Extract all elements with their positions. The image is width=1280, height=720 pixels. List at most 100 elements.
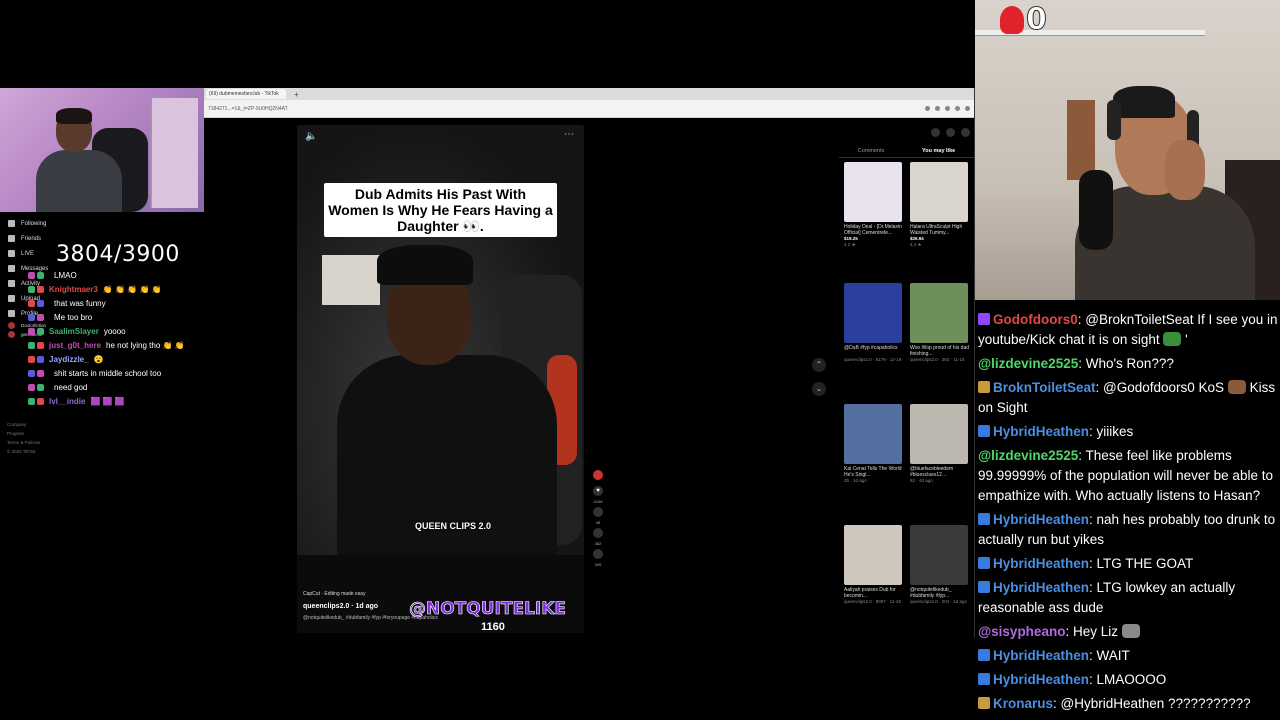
footer-link[interactable]: © 2025 TikTok	[7, 447, 40, 456]
extensions-icon[interactable]	[935, 106, 940, 111]
chat-username[interactable]: BroknToiletSeat	[993, 380, 1096, 395]
address-bar[interactable]: 7184271...=1&_t=ZP-9U0HQ2N4AT	[204, 100, 974, 118]
overlay-chat-username[interactable]: Jaydizzle_	[49, 355, 89, 364]
overlay-chat-username[interactable]: lvl__indie	[49, 397, 85, 406]
share-icon[interactable]	[593, 549, 603, 559]
chat-message: HybridHeathen: WAIT	[975, 644, 1280, 668]
recommendation-thumbnail[interactable]	[844, 283, 902, 343]
chat-badge-icon	[28, 369, 35, 377]
recommendation-title[interactable]: Aaliyah praises Dub for becomin...	[844, 587, 904, 599]
recommendation-thumbnail[interactable]	[910, 404, 968, 464]
volume-icon[interactable]: 🔈	[305, 131, 317, 142]
chat-text: : yiiikes	[1089, 424, 1134, 439]
overlay-chat-username[interactable]: just_g0t_here	[49, 341, 101, 350]
recommendation-card[interactable]: Aaliyah praises Dub for becomin... queenc…	[844, 525, 904, 646]
chat-badge-icon	[28, 341, 35, 349]
settings-icon[interactable]	[931, 128, 940, 137]
chat-message: HybridHeathen: LTG THE GOAT	[975, 552, 1280, 576]
chat-username[interactable]: Kronarus	[993, 696, 1053, 711]
tab-you-may-like[interactable]: You may like	[922, 148, 955, 154]
chat-username[interactable]: HybridHeathen	[993, 648, 1089, 663]
chat-username[interactable]: HybridHeathen	[993, 672, 1089, 687]
new-tab-button[interactable]: +	[294, 90, 299, 99]
recommendation-title[interactable]: @notquitelikedub_ #dubfamily #fyp...	[910, 587, 970, 599]
browser-tab[interactable]: (69) dubmemesfanclub - TikTok	[206, 89, 286, 99]
recommendation-meta: queenclips2.0 · 8097 · 11-26	[844, 599, 901, 604]
recommendation-thumbnail[interactable]	[910, 525, 968, 585]
recommendation-title[interactable]: Holiday Deal · [Dr.Melaxin Official] Cem…	[844, 224, 904, 236]
profile-icon[interactable]	[955, 106, 960, 111]
menu-icon[interactable]	[965, 106, 970, 111]
copy-icon[interactable]	[946, 128, 955, 137]
chat-username[interactable]: HybridHeathen	[993, 580, 1089, 595]
overlay-chat-message: need god	[10, 380, 240, 394]
footer-link[interactable]: Terms & Policies	[7, 438, 40, 447]
recommendation-title[interactable]: Halara UltraSculpt High Waisted Tummy...	[910, 224, 970, 236]
chat-username[interactable]: @sisypheano	[978, 624, 1065, 639]
recommendation-title[interactable]: Kai Cenat Tells The World He's Singl...	[844, 466, 904, 478]
download-icon[interactable]	[945, 106, 950, 111]
footer-link[interactable]: Company	[7, 420, 40, 429]
wood-rack	[1067, 100, 1095, 180]
overlay-chat-text: 🟪 🟪 🟪	[90, 396, 125, 406]
chat-badge-icon	[978, 313, 990, 325]
chat-emote-icon	[1163, 332, 1182, 346]
recommendation-card[interactable]: Woo Wop proud of his dad finishing... que…	[910, 283, 970, 404]
chat-username[interactable]: HybridHeathen	[993, 556, 1089, 571]
video-player[interactable]: Dub Admits His Past With Women Is Why He…	[297, 125, 584, 633]
tab-comments[interactable]: Comments	[858, 148, 885, 154]
browser-toolbar-icons	[925, 106, 970, 111]
chat-badge-icon	[978, 673, 990, 685]
recommendation-thumbnail[interactable]	[844, 162, 902, 222]
badge-group	[10, 355, 44, 363]
close-icon[interactable]	[961, 128, 970, 137]
recommendation-card[interactable]: @notquitelikedub_ #dubfamily #fyp... quee…	[910, 525, 970, 646]
chat-username[interactable]: HybridHeathen	[993, 424, 1089, 439]
recommendation-card[interactable]: Kai Cenat Tells The World He's Singl... 2…	[844, 404, 904, 525]
scroll-up-icon[interactable]: ⌃	[812, 358, 826, 372]
recommendation-thumbnail[interactable]	[910, 162, 968, 222]
recommendation-title[interactable]: @bluefacebleedem #bluesclues12...	[910, 466, 970, 478]
tiktok-footer: Company Program Terms & Policies © 2025 Tik…	[7, 420, 40, 456]
sidebar-item-following[interactable]: Following	[0, 216, 200, 231]
overlay-chat-text: yoooo	[103, 326, 126, 336]
chat-username[interactable]: HybridHeathen	[993, 512, 1089, 527]
recommendation-title[interactable]: Woo Wop proud of his dad finishing...	[910, 345, 970, 357]
comment-icon[interactable]	[593, 507, 603, 517]
url-text[interactable]: 7184271...=1&_t=ZP-9U0HQ2N4AT	[208, 106, 925, 112]
panel-tabs: Comments You may like	[839, 144, 974, 158]
streamer-hand	[1165, 140, 1205, 200]
recommendation-thumbnail[interactable]	[844, 404, 902, 464]
heart-icon[interactable]: ♥	[593, 486, 603, 496]
streamer-cap	[1113, 86, 1175, 118]
footer-link[interactable]: Program	[7, 429, 40, 438]
recommendation-card[interactable]: Holiday Deal · [Dr.Melaxin Official] Cem…	[844, 162, 904, 283]
recommendation-card[interactable]: Halara UltraSculpt High Waisted Tummy...…	[910, 162, 970, 283]
overlay-chat-username[interactable]: Knightmaer3	[49, 285, 98, 294]
recommendation-title[interactable]: @DuB #fyp #capaholics	[844, 345, 904, 357]
bookmark-icon[interactable]	[593, 528, 603, 538]
panel-top-icons	[839, 128, 974, 144]
overlay-chat-message: Jaydizzle_ 😮	[10, 352, 240, 366]
sidebar-item-label: Following	[21, 220, 47, 227]
chat-username[interactable]: @lizdevine2525	[978, 448, 1078, 463]
chat-username[interactable]: Godofdoors0	[993, 312, 1078, 327]
chat-badge-icon	[28, 327, 35, 335]
background-door	[150, 98, 198, 208]
chat-badge-icon	[28, 313, 35, 321]
recommendation-card[interactable]: @bluefacebleedem #bluesclues12... 82 · 4d…	[910, 404, 970, 525]
scroll-down-icon[interactable]: ⌄	[812, 382, 826, 396]
overlay-chat-username[interactable]: SaalimSlayer	[49, 327, 99, 336]
chat-username[interactable]: @lizdevine2525	[978, 356, 1078, 371]
overlay-chat-message: just_g0t_here he not lying tho 👏 👏	[10, 338, 240, 352]
avatar-icon[interactable]	[593, 470, 603, 480]
video-author[interactable]: queenclips2.0 · 1d ago	[303, 603, 378, 610]
overlay-chat-message: shit starts in middle school too	[10, 366, 240, 380]
capcut-label[interactable]: CapCut · Editing made easy	[303, 591, 366, 597]
recommendation-thumbnail[interactable]	[910, 283, 968, 343]
recommendation-card[interactable]: @DuB #fyp #capaholics queenclips2.0 · 617…	[844, 283, 904, 404]
more-options-icon[interactable]: ⋯	[564, 129, 574, 140]
recommendation-thumbnail[interactable]	[844, 525, 902, 585]
bookmark-star-icon[interactable]	[925, 106, 930, 111]
overlay-chat-message: that was funny	[10, 296, 240, 310]
